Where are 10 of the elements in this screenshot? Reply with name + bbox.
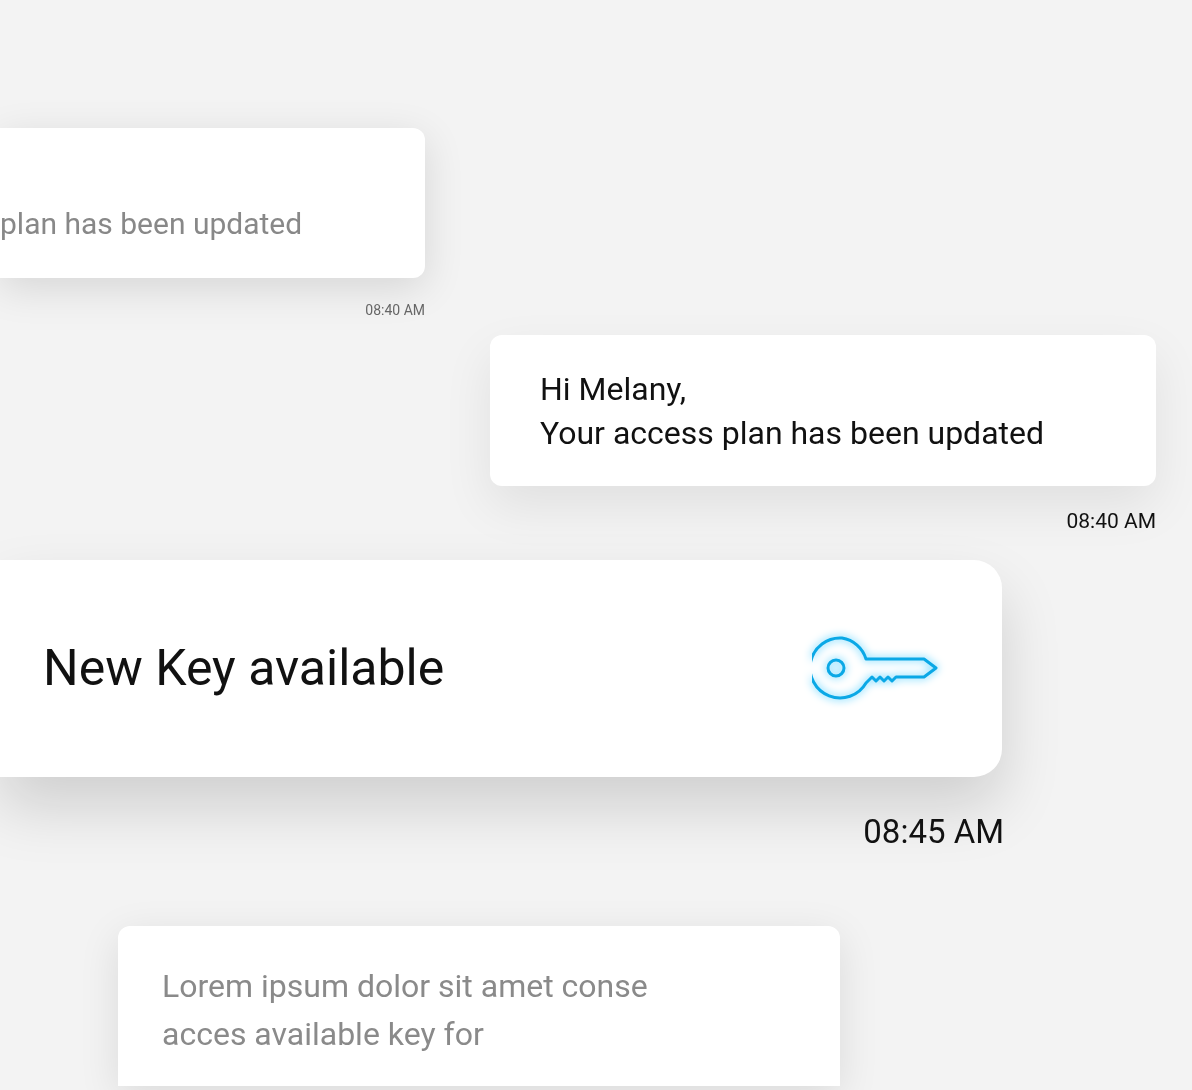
timestamp: 08:45 AM xyxy=(863,810,1004,853)
message-text: acces available key for xyxy=(162,1014,485,1055)
timestamp: 08:40 AM xyxy=(365,301,425,320)
message-text: Lorem ipsum dolor sit amet conse xyxy=(162,966,649,1007)
key-icon xyxy=(812,635,940,701)
notification-title: New Key available xyxy=(43,637,445,699)
message-text: Hi Melany, xyxy=(540,368,688,410)
timestamp: 08:40 AM xyxy=(1066,508,1156,535)
message-text: Your access plan has been updated xyxy=(540,412,1046,454)
message-text: plan has been updated xyxy=(0,204,304,243)
